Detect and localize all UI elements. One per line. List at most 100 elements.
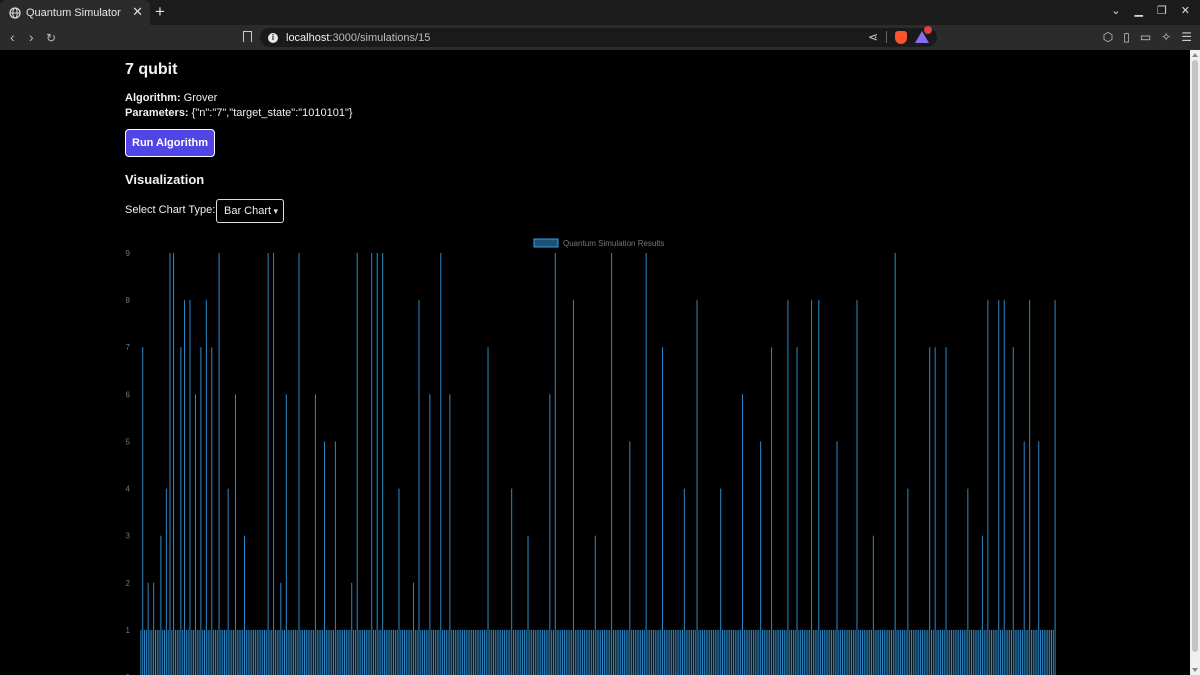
bar[interactable] (476, 629, 478, 675)
bar[interactable] (854, 629, 856, 675)
bar[interactable] (509, 629, 511, 675)
bar[interactable] (990, 629, 992, 675)
bar[interactable] (716, 629, 718, 675)
scrollbar[interactable] (1190, 50, 1200, 675)
bar[interactable] (307, 629, 309, 675)
bar[interactable] (809, 629, 811, 675)
bar[interactable] (1016, 629, 1018, 675)
bar[interactable] (443, 629, 445, 675)
menu-icon[interactable]: ☰ (1181, 30, 1192, 44)
bar[interactable] (353, 629, 355, 675)
bar[interactable] (660, 629, 662, 675)
bar[interactable] (293, 629, 295, 675)
bar[interactable] (276, 629, 278, 675)
bar[interactable] (176, 629, 178, 675)
bar[interactable] (1020, 629, 1022, 675)
bar[interactable] (245, 629, 247, 675)
bar[interactable] (291, 629, 293, 675)
bar[interactable] (965, 629, 967, 675)
bar[interactable] (498, 629, 500, 675)
bar[interactable] (254, 629, 256, 675)
bar[interactable] (602, 629, 604, 675)
bar[interactable] (787, 300, 789, 675)
bar[interactable] (1009, 629, 1011, 675)
bar[interactable] (963, 629, 965, 675)
bar[interactable] (907, 488, 909, 675)
bar[interactable] (471, 629, 473, 675)
bar[interactable] (154, 629, 156, 675)
legend-swatch[interactable] (533, 238, 559, 248)
bar[interactable] (469, 629, 471, 675)
bar[interactable] (669, 629, 671, 675)
bar[interactable] (625, 629, 627, 675)
bar[interactable] (493, 629, 494, 675)
sidebar-icon[interactable]: ▯ (1123, 30, 1130, 44)
bar[interactable] (558, 629, 560, 675)
bar[interactable] (780, 629, 782, 675)
bar[interactable] (173, 253, 175, 675)
bar[interactable] (503, 629, 505, 675)
chevron-down-icon[interactable]: ⌄ (1111, 4, 1120, 17)
bar[interactable] (727, 629, 729, 675)
bar[interactable] (1027, 629, 1029, 675)
bar[interactable] (563, 629, 565, 675)
bar[interactable] (883, 629, 885, 675)
bar[interactable] (843, 629, 845, 675)
bar[interactable] (289, 629, 291, 675)
reload-icon[interactable]: ↻ (46, 30, 56, 46)
bar[interactable] (929, 347, 931, 675)
bar[interactable] (1049, 629, 1051, 675)
bar[interactable] (792, 629, 794, 675)
bar[interactable] (974, 629, 976, 675)
bar[interactable] (267, 253, 269, 675)
bar[interactable] (251, 629, 253, 675)
bar[interactable] (849, 629, 851, 675)
bar[interactable] (473, 629, 474, 675)
bar[interactable] (285, 394, 287, 675)
bar[interactable] (522, 629, 524, 675)
bar[interactable] (331, 629, 333, 675)
bar[interactable] (731, 629, 733, 675)
bar[interactable] (398, 488, 400, 675)
bar[interactable] (981, 535, 983, 675)
bar[interactable] (153, 582, 155, 675)
bar[interactable] (433, 629, 435, 675)
bar[interactable] (387, 629, 389, 675)
restore-icon[interactable]: ❐ (1157, 4, 1167, 17)
bar[interactable] (827, 629, 829, 675)
bar[interactable] (1010, 629, 1012, 675)
bar[interactable] (369, 629, 371, 675)
bar[interactable] (164, 629, 166, 675)
bar[interactable] (667, 629, 669, 675)
bar[interactable] (516, 629, 518, 675)
bar[interactable] (507, 629, 509, 675)
bar[interactable] (927, 629, 929, 675)
bar[interactable] (852, 629, 854, 675)
bar[interactable] (502, 629, 504, 675)
bar[interactable] (720, 488, 722, 675)
bar[interactable] (818, 300, 820, 675)
bar[interactable] (914, 629, 916, 675)
bar[interactable] (947, 629, 949, 675)
bar[interactable] (796, 347, 798, 675)
bar[interactable] (431, 629, 433, 675)
bar[interactable] (572, 300, 574, 675)
bar[interactable] (878, 629, 880, 675)
bar[interactable] (407, 629, 409, 675)
bar[interactable] (771, 347, 773, 675)
bar[interactable] (840, 629, 842, 675)
bar[interactable] (345, 629, 347, 675)
bar[interactable] (925, 629, 927, 675)
bar[interactable] (687, 629, 689, 675)
bar[interactable] (958, 629, 960, 675)
bar[interactable] (1029, 300, 1031, 675)
bar[interactable] (273, 253, 275, 675)
bar[interactable] (863, 629, 865, 675)
bar[interactable] (600, 629, 602, 675)
bar[interactable] (274, 629, 276, 675)
bar[interactable] (607, 629, 609, 675)
bar[interactable] (525, 629, 527, 675)
bar[interactable] (765, 629, 767, 675)
bar[interactable] (836, 441, 838, 675)
bar[interactable] (887, 629, 889, 675)
